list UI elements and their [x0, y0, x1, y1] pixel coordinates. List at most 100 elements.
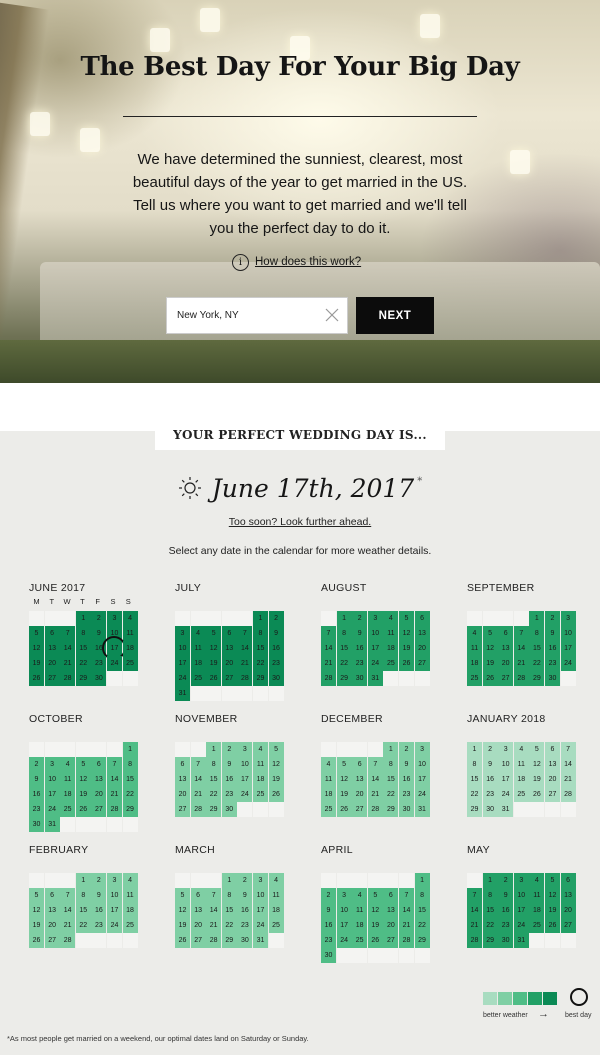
calendar-day[interactable]: 20 — [560, 903, 576, 918]
calendar-day[interactable]: 30 — [221, 802, 237, 817]
calendar-day[interactable]: 31 — [513, 933, 529, 948]
calendar-day[interactable]: 21 — [321, 656, 336, 671]
calendar-day[interactable]: 6 — [44, 888, 60, 903]
calendar-day[interactable]: 7 — [560, 742, 576, 757]
calendar-day[interactable]: 8 — [75, 888, 91, 903]
calendar-day[interactable]: 8 — [383, 757, 399, 772]
calendar-day[interactable]: 1 — [221, 873, 237, 888]
calendar-day[interactable]: 26 — [398, 656, 414, 671]
calendar-day[interactable]: 24 — [498, 787, 514, 802]
calendar-day[interactable]: 25 — [352, 933, 368, 948]
calendar-day[interactable]: 10 — [175, 641, 190, 656]
calendar-day[interactable]: 16 — [91, 903, 107, 918]
calendar-day[interactable]: 24 — [252, 918, 268, 933]
calendar-day[interactable]: 27 — [221, 671, 237, 686]
calendar-day[interactable]: 2 — [29, 757, 44, 772]
calendar-day[interactable]: 11 — [190, 641, 206, 656]
calendar-day[interactable]: 15 — [75, 903, 91, 918]
calendar-day[interactable]: 24 — [175, 671, 190, 686]
calendar-day[interactable]: 31 — [498, 802, 514, 817]
calendar-day[interactable]: 18 — [383, 641, 399, 656]
calendar-day[interactable]: 8 — [221, 888, 237, 903]
calendar-day[interactable]: 26 — [482, 671, 498, 686]
calendar-day[interactable]: 28 — [60, 671, 76, 686]
calendar-day[interactable]: 18 — [252, 772, 268, 787]
calendar-day[interactable]: 27 — [498, 671, 514, 686]
calendar-day[interactable]: 9 — [268, 626, 284, 641]
calendar-day[interactable]: 22 — [75, 918, 91, 933]
calendar-day[interactable]: 5 — [75, 757, 91, 772]
calendar-day[interactable]: 6 — [498, 626, 514, 641]
calendar-day[interactable]: 5 — [398, 611, 414, 626]
calendar-day[interactable]: 13 — [352, 772, 368, 787]
calendar-day[interactable]: 23 — [482, 787, 498, 802]
calendar-day[interactable]: 22 — [383, 787, 399, 802]
calendar-day[interactable]: 5 — [544, 873, 560, 888]
calendar-day[interactable]: 16 — [498, 903, 514, 918]
calendar-day[interactable]: 9 — [498, 888, 514, 903]
calendar-day[interactable]: 2 — [321, 888, 336, 903]
calendar-day[interactable]: 27 — [190, 933, 206, 948]
calendar-day[interactable]: 14 — [513, 641, 529, 656]
calendar-day[interactable]: 21 — [398, 918, 414, 933]
calendar-day[interactable]: 4 — [513, 742, 529, 757]
calendar-day[interactable]: 12 — [206, 641, 222, 656]
calendar-day[interactable]: 3 — [560, 611, 576, 626]
calendar-day[interactable]: 8 — [336, 626, 352, 641]
calendar-day[interactable]: 3 — [513, 873, 529, 888]
calendar-day[interactable]: 28 — [513, 671, 529, 686]
calendar-day[interactable]: 5 — [367, 888, 383, 903]
calendar-day[interactable]: 30 — [91, 671, 107, 686]
calendar-day[interactable]: 6 — [221, 626, 237, 641]
calendar-day[interactable]: 30 — [29, 817, 44, 832]
calendar-day[interactable]: 21 — [467, 918, 482, 933]
calendar-day[interactable]: 22 — [122, 787, 138, 802]
calendar-day[interactable]: 12 — [336, 772, 352, 787]
calendar-day[interactable]: 12 — [482, 641, 498, 656]
calendar-day[interactable]: 13 — [44, 903, 60, 918]
calendar-day[interactable]: 3 — [44, 757, 60, 772]
calendar-day[interactable]: 14 — [237, 641, 253, 656]
calendar-day[interactable]: 5 — [529, 742, 545, 757]
calendar-day[interactable]: 6 — [414, 611, 430, 626]
calendar-day[interactable]: 2 — [221, 742, 237, 757]
calendar-day[interactable]: 3 — [252, 873, 268, 888]
calendar-day[interactable]: 8 — [122, 757, 138, 772]
calendar-day[interactable]: 16 — [398, 772, 414, 787]
calendar-day[interactable]: 25 — [190, 671, 206, 686]
calendar-day[interactable]: 13 — [498, 641, 514, 656]
calendar-day[interactable]: 18 — [190, 656, 206, 671]
calendar-day[interactable]: 13 — [414, 626, 430, 641]
calendar-day[interactable]: 16 — [352, 641, 368, 656]
calendar-day[interactable]: 22 — [252, 656, 268, 671]
calendar-day[interactable]: 26 — [206, 671, 222, 686]
calendar-day[interactable]: 11 — [529, 888, 545, 903]
calendar-day[interactable]: 2 — [268, 611, 284, 626]
calendar-day[interactable]: 29 — [336, 671, 352, 686]
calendar-day[interactable]: 16 — [29, 787, 44, 802]
calendar-day[interactable]: 2 — [544, 611, 560, 626]
calendar-day[interactable]: 8 — [252, 626, 268, 641]
calendar-day[interactable]: 15 — [206, 772, 222, 787]
calendar-day[interactable]: 3 — [106, 873, 122, 888]
calendar-day[interactable]: 26 — [75, 802, 91, 817]
calendar-day[interactable]: 30 — [398, 802, 414, 817]
calendar-day[interactable]: 15 — [467, 772, 482, 787]
calendar-day[interactable]: 21 — [560, 772, 576, 787]
calendar-day[interactable]: 11 — [467, 641, 482, 656]
calendar-day[interactable]: 28 — [206, 933, 222, 948]
calendar-day[interactable]: 1 — [75, 873, 91, 888]
calendar-day[interactable]: 7 — [513, 626, 529, 641]
calendar-day[interactable]: 7 — [206, 888, 222, 903]
calendar-day[interactable]: 21 — [190, 787, 206, 802]
calendar-day[interactable]: 22 — [482, 918, 498, 933]
calendar-day[interactable]: 17 — [367, 641, 383, 656]
calendar-day[interactable]: 4 — [352, 888, 368, 903]
calendar-day[interactable]: 17 — [44, 787, 60, 802]
calendar-day[interactable]: 22 — [467, 787, 482, 802]
calendar-day[interactable]: 18 — [122, 903, 138, 918]
calendar-day[interactable]: 20 — [44, 918, 60, 933]
calendar-day[interactable]: 5 — [175, 888, 190, 903]
calendar-day[interactable]: 30 — [352, 671, 368, 686]
calendar-day[interactable]: 14 — [367, 772, 383, 787]
